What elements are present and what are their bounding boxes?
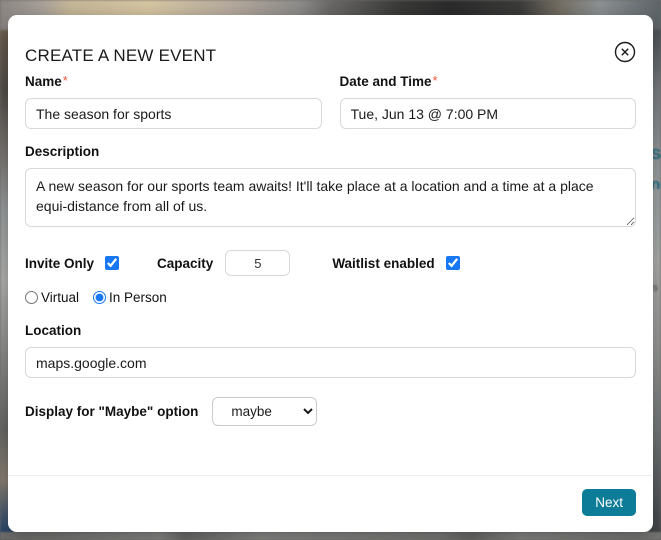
datetime-input[interactable] [340,98,637,129]
description-label: Description [25,144,99,159]
name-label: Name [25,74,62,89]
datetime-label-wrap: Date and Time* [340,73,637,91]
in-person-radio[interactable] [93,291,106,304]
location-label-wrap: Location [25,322,636,340]
virtual-radio[interactable] [25,291,38,304]
description-textarea[interactable]: A new season for our sports team awaits!… [25,168,636,227]
in-person-label: In Person [109,290,167,305]
location-input[interactable] [25,347,636,378]
name-input[interactable] [25,98,322,129]
waitlist-label: Waitlist enabled [332,256,434,271]
next-button[interactable]: Next [582,489,636,516]
radio-option-virtual[interactable]: Virtual [25,290,79,305]
name-datetime-row: Name* Date and Time* [25,73,636,129]
location-label: Location [25,323,81,338]
capacity-input[interactable] [225,250,290,276]
datetime-label: Date and Time [340,74,432,89]
modal-footer: Next [8,475,653,532]
description-label-wrap: Description [25,143,636,161]
capacity-label: Capacity [157,256,213,271]
maybe-option-row: Display for "Maybe" option maybeyesno [25,397,636,426]
close-circle-icon [614,41,636,63]
virtual-label: Virtual [41,290,79,305]
name-field-group: Name* [25,73,322,129]
backdrop-bottom-bar [0,532,661,540]
create-event-modal: CREATE A NEW EVENT Name* Date and Time* [8,15,653,532]
datetime-required-marker: * [433,73,438,88]
close-icon[interactable] [614,41,636,63]
location-field-group: Location [25,322,636,378]
name-required-marker: * [63,73,68,88]
event-type-radio-group: Virtual In Person [25,290,636,305]
waitlist-checkbox[interactable] [446,256,460,270]
maybe-option-label: Display for "Maybe" option [25,404,198,419]
invite-only-label: Invite Only [25,256,94,271]
maybe-option-select[interactable]: maybeyesno [212,397,317,426]
radio-option-in-person[interactable]: In Person [93,290,167,305]
name-label-wrap: Name* [25,73,322,91]
invite-only-checkbox[interactable] [105,256,119,270]
datetime-field-group: Date and Time* [340,73,637,129]
description-field-group: Description A new season for our sports … [25,143,636,232]
modal-body: Name* Date and Time* Description A new s… [8,73,653,426]
options-row: Invite Only Capacity Waitlist enabled [25,250,636,276]
modal-header: CREATE A NEW EVENT [8,15,653,73]
page-title: CREATE A NEW EVENT [25,46,216,66]
